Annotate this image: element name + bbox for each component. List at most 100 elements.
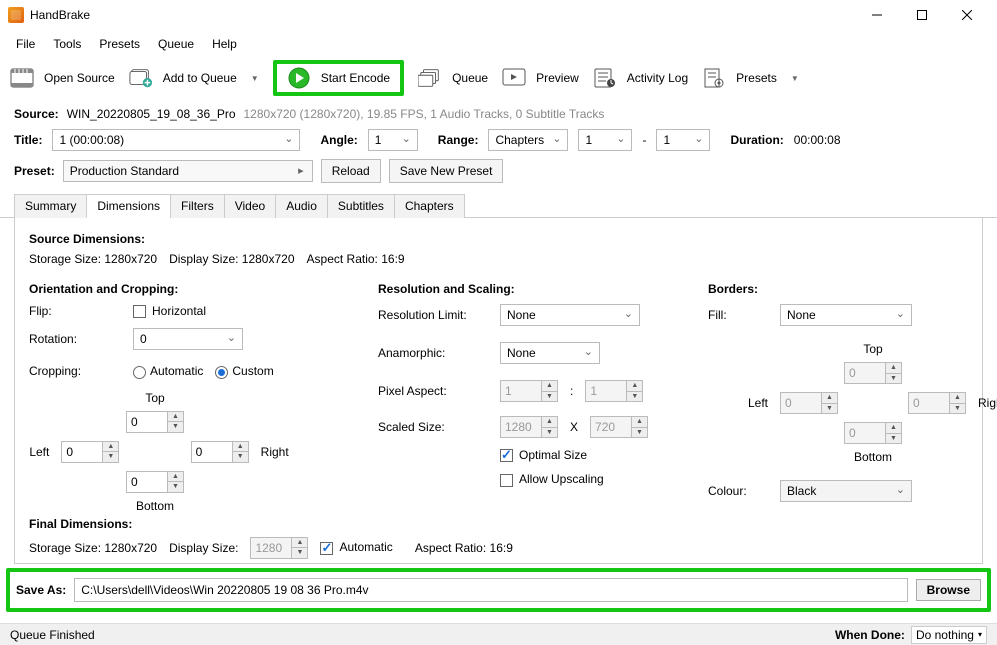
activity-log-button[interactable]: Activity Log [593, 66, 688, 90]
save-new-preset-button[interactable]: Save New Preset [389, 159, 504, 183]
preview-button[interactable]: Preview [502, 66, 579, 90]
tab-video[interactable]: Video [224, 194, 276, 218]
menu-presets[interactable]: Presets [91, 35, 148, 53]
save-as-row: Save As: Browse [6, 568, 991, 612]
open-source-button[interactable]: Open Source [10, 66, 115, 90]
rotation-label: Rotation: [29, 332, 121, 346]
tab-subtitles[interactable]: Subtitles [327, 194, 395, 218]
anamorphic-select[interactable]: None [500, 342, 600, 364]
res-limit-select[interactable]: None [500, 304, 640, 326]
cropping-custom-radio[interactable]: Custom [215, 364, 273, 378]
allow-upscaling-checkbox[interactable]: Allow Upscaling [500, 472, 604, 486]
colour-label: Colour: [708, 484, 768, 498]
range-from-select[interactable]: 1 [578, 129, 632, 151]
source-dim-title: Source Dimensions: [29, 232, 968, 246]
source-aspect: Aspect Ratio: 16:9 [307, 252, 405, 266]
source-storage: Storage Size: 1280x720 [29, 252, 157, 266]
border-left-label: Left [748, 396, 768, 410]
menu-tools[interactable]: Tools [45, 35, 89, 53]
title-label: Title: [14, 133, 42, 147]
scaled-w[interactable]: ▲▼ [500, 416, 558, 438]
chevron-down-icon[interactable]: ▼ [247, 74, 259, 83]
optimal-size-checkbox[interactable]: Optimal Size [500, 448, 587, 462]
crop-left-label: Left [29, 445, 49, 459]
tab-dimensions[interactable]: Dimensions [86, 194, 171, 218]
minimize-button[interactable] [854, 0, 899, 30]
range-type-select[interactable]: Chapters [488, 129, 568, 151]
colour-select[interactable]: Black [780, 480, 912, 502]
crop-left-input[interactable]: ▲▼ [61, 441, 119, 463]
crop-bottom-label: Bottom [136, 499, 174, 513]
cropping-auto-radio[interactable]: Automatic [133, 364, 203, 378]
pixel-aspect-x[interactable]: ▲▼ [500, 380, 558, 402]
reload-button[interactable]: Reload [321, 159, 381, 183]
border-bottom-input[interactable]: ▲▼ [844, 422, 902, 444]
menu-file[interactable]: File [8, 35, 43, 53]
crop-right-label: Right [261, 445, 289, 459]
save-as-label: Save As: [16, 583, 66, 597]
preset-label: Preset: [14, 164, 55, 178]
res-title: Resolution and Scaling: [378, 282, 648, 296]
anamorphic-label: Anamorphic: [378, 346, 488, 360]
status-text: Queue Finished [10, 628, 95, 642]
preset-select[interactable]: Production Standard [63, 160, 313, 182]
window-title: HandBrake [30, 8, 854, 22]
maximize-button[interactable] [899, 0, 944, 30]
flip-horizontal-checkbox[interactable] [133, 305, 146, 318]
border-right-input[interactable]: ▲▼ [908, 392, 966, 414]
pixel-aspect-label: Pixel Aspect: [378, 384, 488, 398]
queue-icon [418, 66, 442, 90]
range-sep: - [642, 133, 646, 147]
close-button[interactable] [944, 0, 989, 30]
when-done-select[interactable]: Do nothing [911, 626, 987, 644]
scaled-h[interactable]: ▲▼ [590, 416, 648, 438]
flip-horizontal-label: Horizontal [152, 304, 206, 318]
log-icon [593, 66, 617, 90]
status-bar: Queue Finished When Done: Do nothing [0, 623, 997, 645]
menubar: File Tools Presets Queue Help [0, 30, 997, 58]
tab-filters[interactable]: Filters [170, 194, 225, 218]
final-display-w[interactable]: ▲▼ [250, 537, 308, 559]
final-display-label: Display Size: [169, 541, 238, 555]
scaled-size-label: Scaled Size: [378, 420, 488, 434]
presets-icon [702, 66, 726, 90]
border-left-input[interactable]: ▲▼ [780, 392, 838, 414]
final-dim-title: Final Dimensions: [29, 517, 968, 531]
final-storage: Storage Size: 1280x720 [29, 541, 157, 555]
preview-icon [502, 66, 526, 90]
add-to-queue-button[interactable]: Add to Queue ▼ [129, 66, 259, 90]
pixel-aspect-y[interactable]: ▲▼ [585, 380, 643, 402]
tab-audio[interactable]: Audio [275, 194, 328, 218]
queue-add-icon [129, 66, 153, 90]
final-aspect: Aspect Ratio: 16:9 [415, 541, 513, 555]
start-encode-button[interactable]: Start Encode [273, 60, 404, 96]
crop-right-input[interactable]: ▲▼ [191, 441, 249, 463]
res-limit-label: Resolution Limit: [378, 308, 488, 322]
fill-label: Fill: [708, 308, 768, 322]
title-select[interactable]: 1 (00:00:08) [52, 129, 300, 151]
app-icon [8, 7, 24, 23]
final-automatic-checkbox[interactable]: Automatic [320, 540, 392, 554]
orient-title: Orientation and Cropping: [29, 282, 318, 296]
range-label: Range: [438, 133, 479, 147]
rotation-select[interactable]: 0 [133, 328, 243, 350]
save-as-input[interactable] [74, 578, 907, 602]
tab-bar: Summary Dimensions Filters Video Audio S… [0, 187, 997, 218]
film-icon [10, 66, 34, 90]
crop-top-input[interactable]: ▲▼ [126, 411, 184, 433]
source-label: Source: [14, 107, 59, 121]
angle-select[interactable]: 1 [368, 129, 418, 151]
chevron-down-icon[interactable]: ▼ [787, 74, 799, 83]
fill-select[interactable]: None [780, 304, 912, 326]
range-to-select[interactable]: 1 [656, 129, 710, 151]
tab-chapters[interactable]: Chapters [394, 194, 465, 218]
tab-summary[interactable]: Summary [14, 194, 87, 218]
presets-button[interactable]: Presets ▼ [702, 66, 799, 90]
browse-button[interactable]: Browse [916, 579, 981, 601]
border-top-input[interactable]: ▲▼ [844, 362, 902, 384]
cropping-label: Cropping: [29, 364, 121, 378]
menu-queue[interactable]: Queue [150, 35, 202, 53]
queue-button[interactable]: Queue [418, 66, 488, 90]
menu-help[interactable]: Help [204, 35, 245, 53]
crop-bottom-input[interactable]: ▲▼ [126, 471, 184, 493]
